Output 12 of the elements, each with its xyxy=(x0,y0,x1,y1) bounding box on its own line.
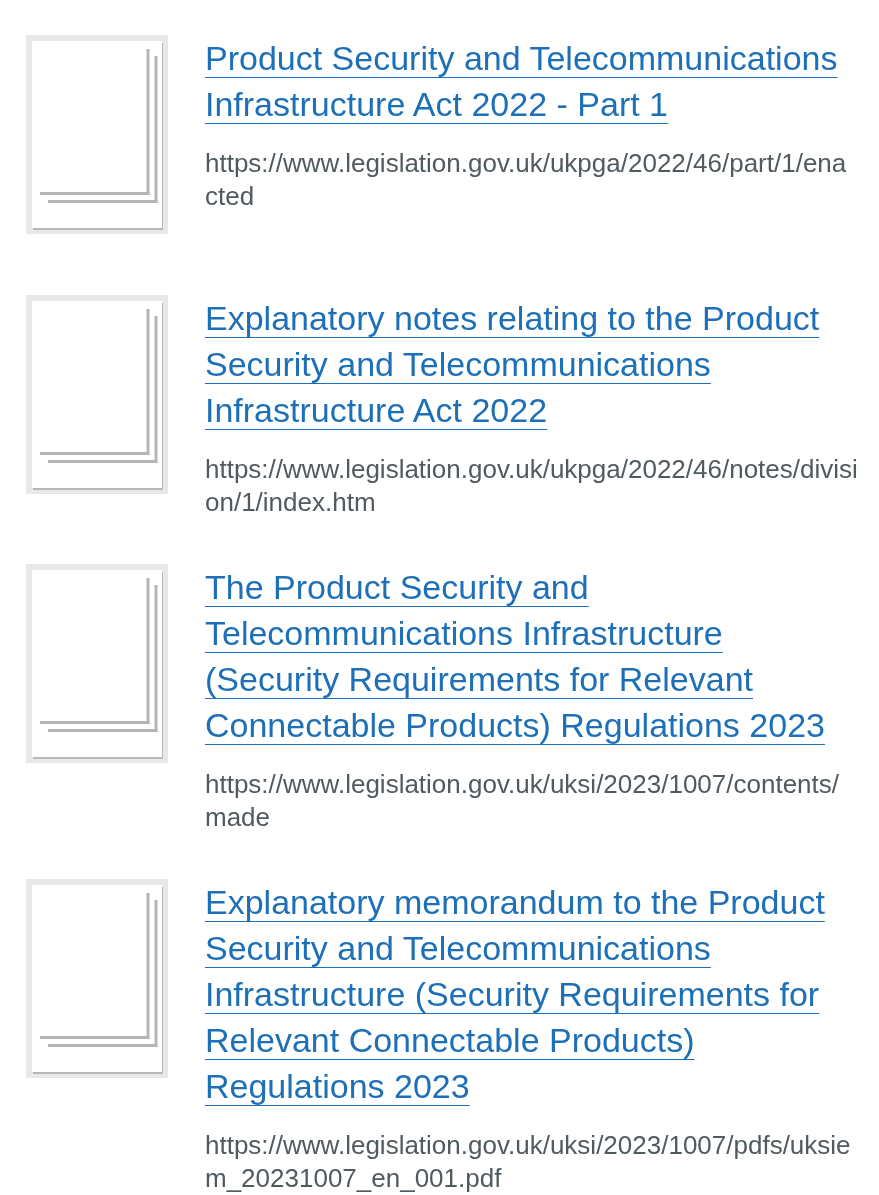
attachment-title-link[interactable]: Explanatory memorandum to the Product Security and Telecommunications Infrastructure (Security Requirements for Relevant Connectable Products) Regulations 2023 xyxy=(205,879,858,1109)
document-thumbnail-icon xyxy=(26,879,168,1078)
attachment-title-link[interactable]: The Product Security and Telecommunications Infrastructure (Security Requirements for Relevant Connectable Products) Regulations 2023 xyxy=(205,564,858,748)
attachment-title-link[interactable]: Explanatory notes relating to the Product Security and Telecommunications Infrastructure Act 2022 xyxy=(205,295,858,433)
document-thumbnail-icon xyxy=(26,564,168,763)
attachment-url: https://www.legislation.gov.uk/ukpga/2022/46/notes/division/1/index.htm xyxy=(205,453,858,519)
document-thumbnail-icon xyxy=(26,295,168,494)
attachment-url: https://www.legislation.gov.uk/uksi/2023/1007/contents/made xyxy=(205,768,840,834)
attachment-title-link[interactable]: Product Security and Telecommunications Infrastructure Act 2022 - Part 1 xyxy=(205,35,858,127)
attachment-url: https://www.legislation.gov.uk/ukpga/2022/46/part/1/enacted xyxy=(205,147,848,213)
document-thumbnail-icon xyxy=(26,35,168,234)
attachment-url: https://www.legislation.gov.uk/uksi/2023/1007/pdfs/uksiem_20231007_en_001.pdf xyxy=(205,1129,852,1195)
